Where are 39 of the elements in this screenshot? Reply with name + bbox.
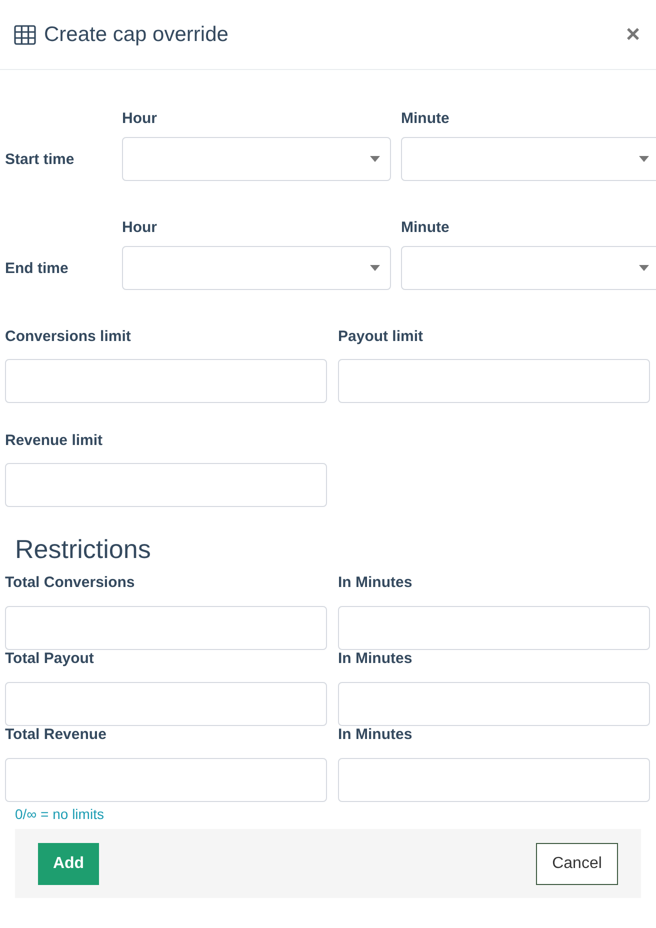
add-button[interactable]: Add: [38, 842, 99, 884]
section-heading: Restrictions: [15, 534, 152, 564]
input-field[interactable]: [5, 606, 327, 650]
input-field[interactable]: [5, 758, 327, 802]
caret-icon: [370, 265, 380, 271]
hour-label: Hour: [122, 219, 158, 237]
input-field[interactable]: [5, 359, 327, 403]
input-field[interactable]: [338, 682, 650, 726]
time-label: Start time: [5, 150, 76, 168]
field-label: Revenue limit: [5, 432, 104, 450]
hint-text: 0/∞ = no limits: [15, 806, 105, 823]
field-label: Total Conversions: [5, 574, 136, 592]
dialog-title: Create cap override: [44, 22, 230, 46]
table-icon: [14, 24, 36, 44]
input-field[interactable]: [5, 682, 327, 726]
field-label: Total Revenue: [5, 726, 108, 744]
minute-label: Minute: [401, 219, 450, 237]
minute-select[interactable]: [401, 137, 656, 181]
close-button[interactable]: ×: [626, 22, 640, 46]
field-label: Total Payout: [5, 650, 95, 668]
field-label: Conversions limit: [5, 328, 132, 346]
cancel-button[interactable]: Cancel: [536, 842, 618, 884]
time-label: End time: [5, 260, 70, 276]
caret-icon: [370, 156, 380, 162]
field-label: In Minutes: [338, 574, 414, 592]
input-field[interactable]: [338, 758, 650, 802]
input-field[interactable]: [338, 359, 650, 403]
minute-label: Minute: [401, 110, 450, 128]
caret-icon: [639, 265, 649, 271]
hour-label: Hour: [122, 110, 158, 128]
input-field[interactable]: [5, 463, 327, 507]
field-label: Payout limit: [338, 328, 424, 346]
hour-select[interactable]: [122, 137, 391, 181]
caret-icon: [639, 156, 649, 162]
hour-select[interactable]: [122, 246, 391, 290]
field-label: In Minutes: [338, 726, 414, 744]
field-label: In Minutes: [338, 650, 414, 668]
minute-select[interactable]: [401, 246, 656, 290]
input-field[interactable]: [338, 606, 650, 650]
